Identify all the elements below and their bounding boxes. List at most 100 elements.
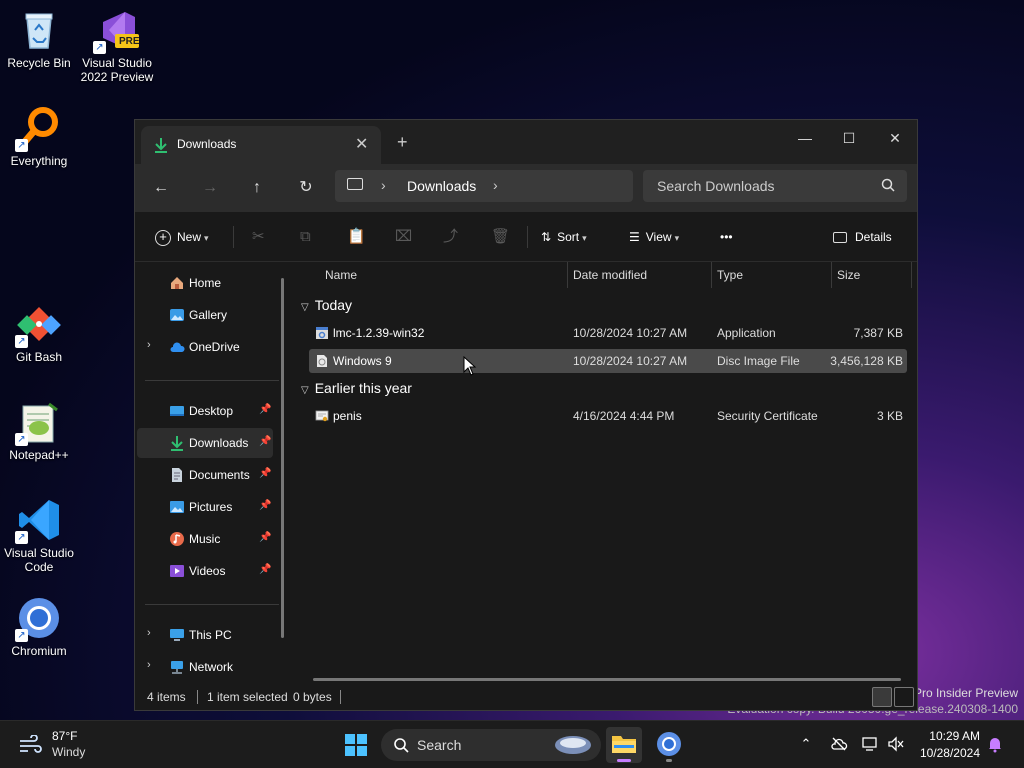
view-lines-icon: ☰ [629, 230, 640, 244]
delete-button[interactable]: 🗑 [491, 226, 510, 248]
gallery-icon [170, 309, 184, 321]
forward-button[interactable]: → [198, 176, 222, 200]
sidebar-item-gallery[interactable]: Gallery [137, 300, 273, 330]
table-row[interactable]: lmc-1.2.39-win32 10/28/2024 10:27 AM App… [309, 321, 907, 345]
magnifier-icon: ↗ [15, 106, 61, 152]
column-size[interactable]: Size [837, 268, 860, 282]
details-pane-button[interactable]: Details [833, 226, 892, 248]
paste-button[interactable]: 📋 [347, 226, 366, 248]
chevron-down-icon: ▾ [582, 233, 587, 243]
navigation-pane: Home Gallery › OneDrive Desktop 📌 Downlo… [135, 262, 291, 684]
copy-button[interactable]: ⧉ [300, 226, 311, 248]
refresh-button[interactable]: ↻ [294, 176, 318, 200]
onedrive-offline-icon[interactable] [830, 735, 848, 753]
desktop-icon-everything[interactable]: ↗ Everything [1, 106, 77, 168]
details-view-toggle[interactable] [872, 687, 892, 707]
notification-bell-icon[interactable] [986, 735, 1004, 753]
expand-chevron-icon[interactable]: › [147, 659, 151, 671]
weather-temperature[interactable]: 87°F [52, 729, 77, 743]
network-icon[interactable] [861, 735, 879, 753]
desktop-icon-git-bash[interactable]: ↗ Git Bash [1, 302, 77, 364]
sidebar-item-this-pc[interactable]: › This PC [137, 620, 273, 650]
file-date: 10/28/2024 10:27 AM [573, 326, 688, 340]
more-options-button[interactable]: ••• [720, 226, 733, 248]
clock-date[interactable]: 10/28/2024 [912, 746, 980, 760]
sidebar-item-documents[interactable]: Documents 📌 [137, 460, 273, 490]
tab-downloads[interactable]: Downloads ✕ [141, 126, 381, 164]
group-header-earlier-this-year[interactable]: ▽ Earlier this year [301, 380, 412, 396]
column-name[interactable]: Name [325, 268, 357, 282]
details-label: Details [855, 230, 892, 244]
desktop-icon-visual-studio-preview[interactable]: ↗ PRE Visual Studio 2022 Preview [79, 8, 155, 84]
desktop-icon-recycle-bin[interactable]: Recycle Bin [1, 8, 77, 70]
recycle-bin-icon [17, 8, 61, 52]
volume-muted-icon[interactable] [887, 735, 905, 753]
close-button[interactable]: ✕ [873, 124, 917, 152]
sidebar-scrollbar[interactable] [281, 278, 284, 638]
sidebar-item-home[interactable]: Home [137, 268, 273, 298]
minimize-button[interactable]: — [783, 124, 827, 152]
column-separator[interactable] [911, 262, 912, 288]
rename-button[interactable]: ⌧ [395, 226, 412, 248]
up-button[interactable]: ↑ [245, 176, 269, 200]
table-row[interactable]: penis 4/16/2024 4:44 PM Security Certifi… [309, 404, 907, 428]
sidebar-item-onedrive[interactable]: › OneDrive [137, 332, 273, 362]
view-button[interactable]: ☰ View ▾ [629, 226, 679, 248]
sidebar-item-music[interactable]: Music 📌 [137, 524, 273, 554]
column-separator[interactable] [831, 262, 832, 288]
status-bar: 4 items 1 item selected 0 bytes [135, 684, 917, 710]
tiles-view-toggle[interactable] [894, 687, 914, 707]
breadcrumb-separator[interactable]: › [493, 177, 498, 193]
maximize-button[interactable]: ☐ [827, 124, 871, 152]
pin-icon: 📌 [259, 564, 272, 575]
cut-button[interactable]: ✂ [252, 226, 265, 248]
sidebar-item-videos[interactable]: Videos 📌 [137, 556, 273, 586]
shortcut-arrow-icon: ↗ [93, 41, 106, 54]
new-button[interactable]: + New ▾ [155, 226, 209, 248]
wind-icon[interactable] [18, 735, 42, 753]
show-hidden-icons-button[interactable]: ⌃ [797, 735, 815, 753]
weather-condition[interactable]: Windy [52, 745, 85, 759]
column-date-modified[interactable]: Date modified [573, 268, 647, 282]
table-row-selected[interactable]: Windows 9 10/28/2024 10:27 AM Disc Image… [309, 349, 907, 373]
chevron-down-icon: ▾ [204, 233, 209, 243]
file-type: Disc Image File [717, 354, 800, 368]
download-icon [155, 138, 167, 153]
new-tab-button[interactable]: + [397, 132, 408, 153]
column-separator[interactable] [567, 262, 568, 288]
group-header-today[interactable]: ▽ Today [301, 297, 352, 313]
picture-icon [170, 501, 184, 513]
command-separator [527, 226, 528, 248]
sidebar-item-pictures[interactable]: Pictures 📌 [137, 492, 273, 522]
expand-chevron-icon[interactable]: › [147, 339, 151, 351]
pre-badge: PRE [119, 36, 140, 47]
taskbar-file-explorer[interactable] [606, 727, 642, 763]
breadcrumb-downloads[interactable]: Downloads [407, 178, 476, 194]
taskbar-chromium[interactable] [651, 727, 687, 763]
desktop-icon-chromium[interactable]: ↗ Chromium [1, 596, 77, 658]
horizontal-scrollbar[interactable] [313, 678, 901, 681]
column-type[interactable]: Type [717, 268, 743, 282]
taskbar-search-input[interactable]: Search [381, 729, 601, 761]
video-icon [170, 565, 184, 577]
sidebar-item-downloads[interactable]: Downloads 📌 [137, 428, 273, 458]
share-button[interactable]: ⤴ [443, 226, 458, 248]
file-explorer-window: Downloads ✕ + — ☐ ✕ ← → ↑ ↻ › Downloads … [134, 119, 918, 711]
back-button[interactable]: ← [149, 176, 173, 200]
search-input[interactable]: Search Downloads [643, 170, 907, 202]
sidebar-item-desktop[interactable]: Desktop 📌 [137, 396, 273, 426]
tab-close-button[interactable]: ✕ [355, 134, 368, 154]
desktop-icon-vscode[interactable]: ↗ Visual Studio Code [1, 498, 77, 574]
sidebar-item-network[interactable]: › Network [137, 652, 273, 682]
breadcrumb-separator[interactable]: › [381, 177, 386, 193]
column-separator[interactable] [711, 262, 712, 288]
sort-icon: ⇅ [541, 230, 552, 244]
sort-button[interactable]: ⇅ Sort ▾ [541, 226, 587, 248]
desktop-icon-label: Visual Studio 2022 Preview [80, 56, 154, 84]
desktop-icon-label: Recycle Bin [7, 56, 71, 70]
desktop-icon-notepad-plus-plus[interactable]: ↗ Notepad++ [1, 400, 77, 462]
start-button[interactable] [344, 733, 368, 757]
expand-chevron-icon[interactable]: › [147, 627, 151, 639]
breadcrumb[interactable]: › Downloads › [335, 170, 633, 202]
clock-time[interactable]: 10:29 AM [918, 729, 980, 743]
